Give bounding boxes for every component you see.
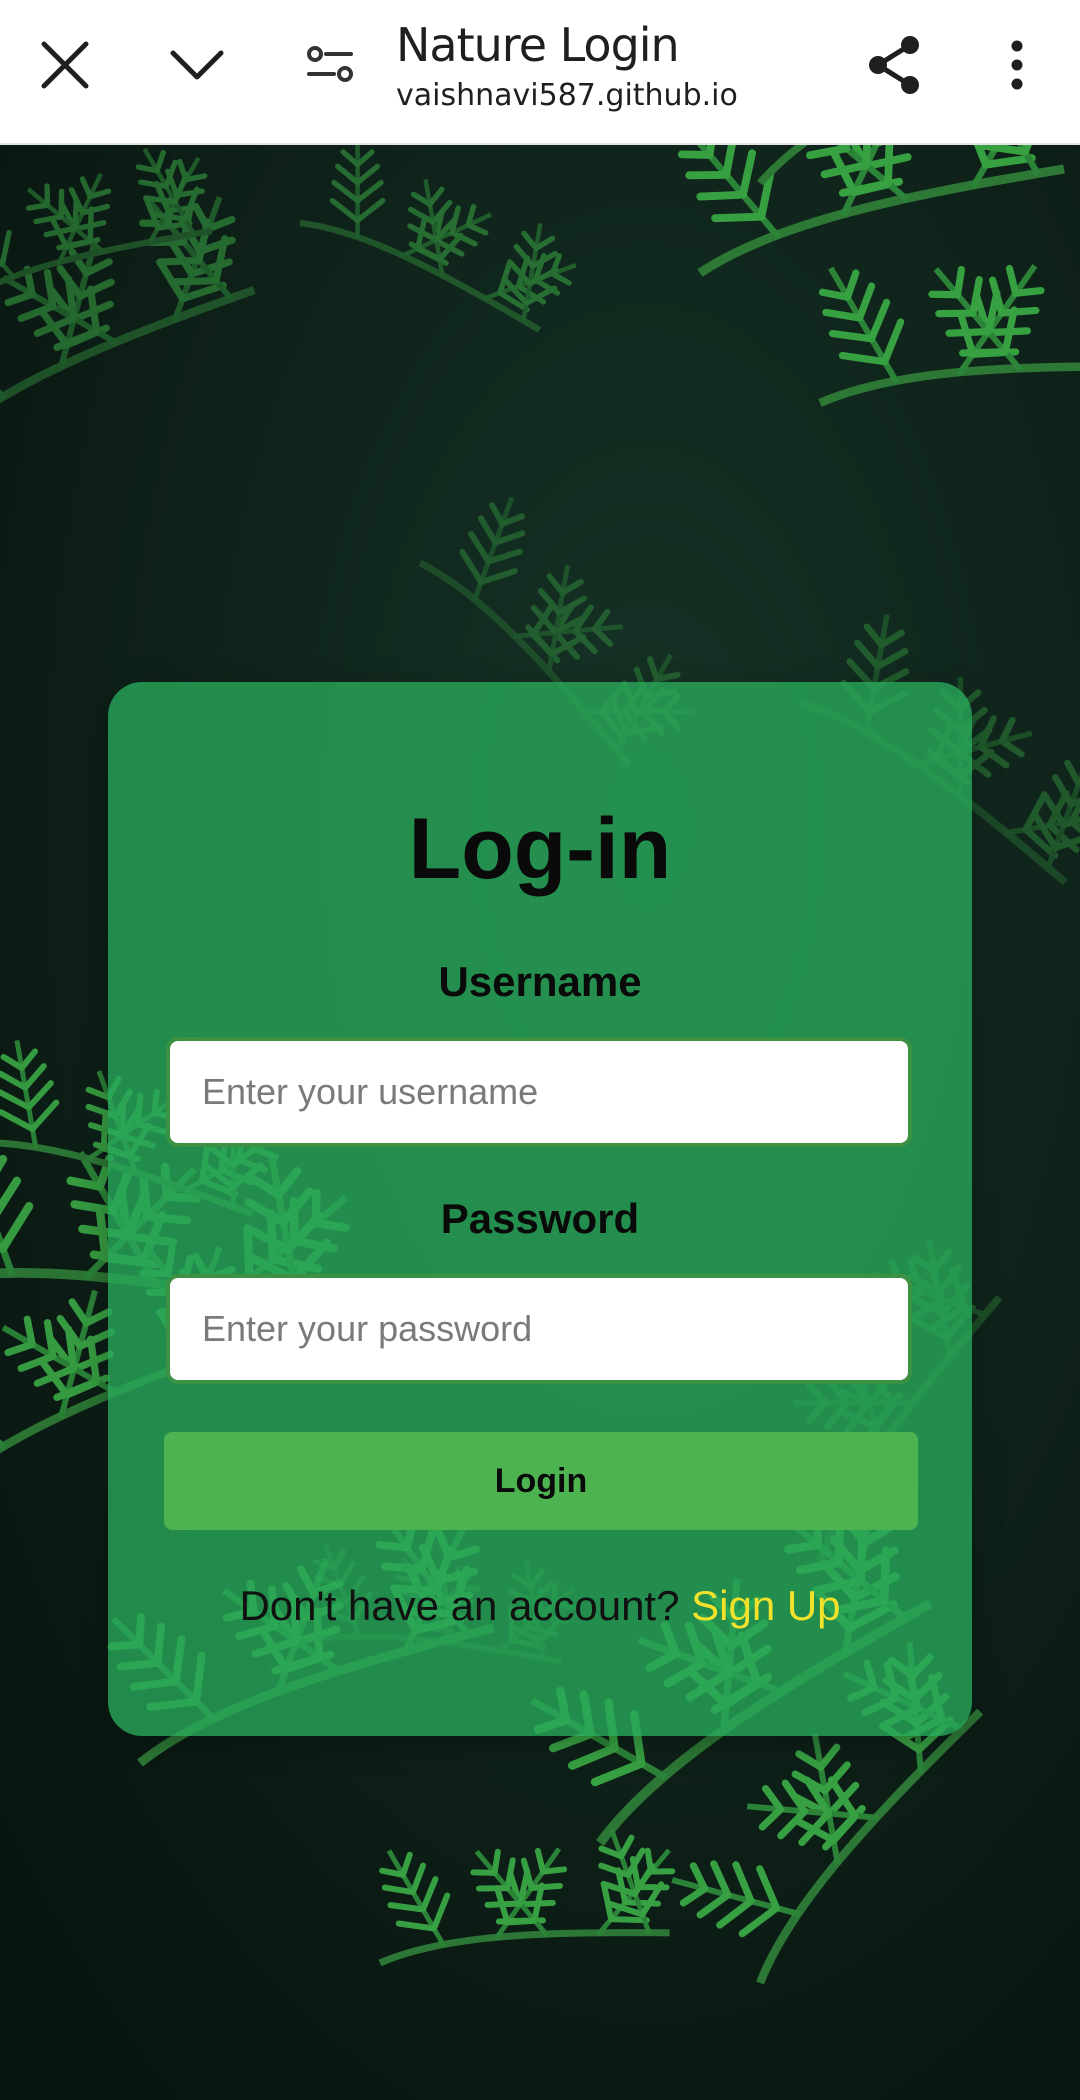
close-tab-button[interactable] (20, 20, 110, 110)
signup-link[interactable]: Sign Up (691, 1582, 840, 1629)
share-icon (869, 36, 919, 94)
chevron-down-icon (170, 50, 224, 80)
browser-toolbar: Nature Login vaishnavi587.github.io (0, 0, 1080, 145)
minimize-button[interactable] (152, 20, 242, 110)
more-options-button[interactable] (972, 20, 1062, 110)
more-vert-icon (1011, 40, 1023, 90)
page-title: Nature Login (396, 18, 680, 72)
password-input[interactable] (166, 1274, 912, 1384)
page-url: vaishnavi587.github.io (396, 78, 738, 113)
login-card: Log-in Username Password Login Don't hav… (108, 682, 972, 1736)
tune-icon (307, 46, 353, 82)
share-button[interactable] (849, 20, 939, 110)
close-icon (41, 41, 89, 89)
username-input[interactable] (166, 1037, 912, 1147)
password-label: Password (440, 1195, 640, 1242)
username-label: Username (438, 958, 642, 1005)
site-settings-button[interactable] (285, 20, 375, 110)
signup-prompt-text: Don't have an account? (239, 1582, 692, 1629)
login-button[interactable]: Login (164, 1432, 918, 1530)
login-title: Log-in (408, 801, 672, 897)
signup-prompt-line: Don't have an account? Sign Up (108, 1582, 972, 1630)
